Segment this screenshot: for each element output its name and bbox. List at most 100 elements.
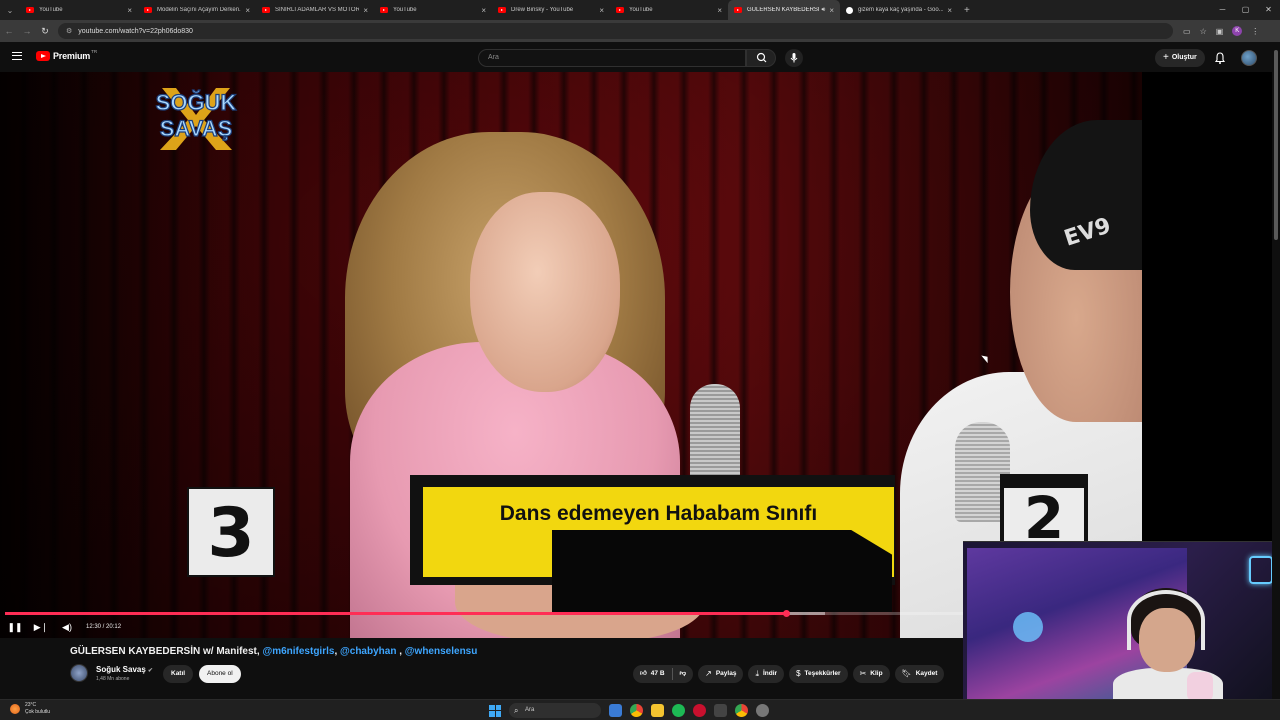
site-info-icon[interactable]: ⚙ bbox=[66, 27, 72, 35]
caption-banner-overlay bbox=[552, 530, 892, 612]
thanks-button[interactable]: $ Teşekkürler bbox=[789, 665, 848, 683]
reload-button[interactable]: ↻ bbox=[36, 26, 54, 37]
join-button[interactable]: Katıl bbox=[163, 665, 194, 683]
forward-button[interactable]: → bbox=[18, 26, 36, 36]
chrome-icon[interactable] bbox=[630, 704, 643, 717]
download-button[interactable]: ⤓ İndir bbox=[748, 665, 785, 683]
dislike-button[interactable]: 👎︎ bbox=[673, 665, 694, 683]
channel-name-text: Soğuk Savaş bbox=[96, 665, 146, 674]
tab-title: SİNİRLİ ADAMLAR VS MOTORC... bbox=[275, 7, 360, 13]
browser-tab[interactable]: Drew Binsky - YouTube × bbox=[492, 0, 610, 20]
logo-line-1: SOĞUK bbox=[156, 90, 237, 115]
streamer-webcam-overlay bbox=[963, 541, 1280, 699]
bookmark-icon: 🔖︎ bbox=[901, 669, 912, 678]
subscribe-button[interactable]: Abone ol bbox=[199, 665, 241, 683]
url-field[interactable]: ⚙ youtube.com/watch?v=22ph06do830 bbox=[58, 23, 1173, 39]
cast-icon[interactable]: ▭ bbox=[1183, 27, 1191, 36]
save-label: Kaydet bbox=[915, 670, 938, 677]
scrollbar-thumb[interactable] bbox=[1274, 50, 1278, 240]
caption-banner-text: Dans edemeyen Hababam Sınıfı bbox=[499, 502, 818, 525]
volume-icon[interactable]: ◀) bbox=[56, 622, 78, 633]
back-button[interactable]: ← bbox=[0, 26, 18, 36]
file-explorer-icon[interactable] bbox=[651, 704, 664, 717]
maximize-button[interactable]: ▢ bbox=[1234, 0, 1257, 20]
account-avatar[interactable] bbox=[1241, 50, 1257, 66]
mention-link[interactable]: @whenselensu bbox=[405, 646, 478, 657]
minimize-button[interactable]: ─ bbox=[1211, 0, 1234, 20]
action-buttons: 👍︎ 47 B 👎︎ ↗ Paylaş ⤓ İndir $ Teşekkürle… bbox=[633, 665, 945, 683]
share-button[interactable]: ↗ Paylaş bbox=[698, 665, 744, 683]
youtube-favicon-icon bbox=[734, 7, 742, 13]
browser-tab[interactable]: SİNİRLİ ADAMLAR VS MOTORC...× bbox=[256, 0, 374, 20]
clip-button[interactable]: ✂ Klip bbox=[852, 665, 890, 683]
audio-playing-icon[interactable]: 🔊︎ bbox=[822, 7, 826, 14]
browser-tab[interactable]: YouTube × bbox=[610, 0, 728, 20]
opera-icon[interactable] bbox=[693, 704, 706, 717]
browser-tab[interactable]: GÜLERSEN KAYBEDERSİN w🔊︎× bbox=[728, 0, 840, 20]
tab-search-button[interactable]: ⌄ bbox=[0, 0, 20, 20]
address-bar-row: ← → ↻ ⚙ youtube.com/watch?v=22ph06do830 … bbox=[0, 20, 1280, 42]
browser-tab[interactable]: YouTube × bbox=[20, 0, 138, 20]
chrome-profile-icon[interactable] bbox=[735, 704, 748, 717]
notifications-bell-icon[interactable] bbox=[1213, 51, 1227, 65]
pause-icon[interactable]: ❚❚ bbox=[4, 622, 26, 633]
close-tab-icon[interactable]: × bbox=[363, 6, 368, 15]
tab-title: YouTube bbox=[629, 7, 653, 13]
taskbar-search[interactable]: Ara bbox=[509, 703, 601, 718]
save-button[interactable]: 🔖︎ Kaydet bbox=[894, 665, 945, 683]
timecode: 12:30 / 20:12 bbox=[86, 624, 122, 630]
close-tab-icon[interactable]: × bbox=[829, 6, 834, 15]
search-icon bbox=[756, 52, 767, 63]
browser-tab[interactable]: gizem kaya kaç yaşında - Goo... × bbox=[840, 0, 958, 20]
close-tab-icon[interactable]: × bbox=[947, 6, 952, 15]
extensions-icon[interactable]: ▣ bbox=[1216, 27, 1224, 36]
close-tab-icon[interactable]: × bbox=[717, 6, 722, 15]
mention-link[interactable]: @m6nifestgirls bbox=[262, 646, 334, 657]
browser-tab[interactable]: Modelin Saçını Açayım Derken... × bbox=[138, 0, 256, 20]
browser-tab[interactable]: YouTube × bbox=[374, 0, 492, 20]
new-tab-button[interactable]: + bbox=[964, 5, 970, 16]
score-left: 3 bbox=[187, 487, 275, 577]
close-tab-icon[interactable]: × bbox=[599, 6, 604, 15]
youtube-header: Premium TR Ara + Oluştur bbox=[0, 42, 1272, 72]
channel-name[interactable]: Soğuk Savaş ✔ bbox=[96, 665, 153, 674]
tab-title: Modelin Saçını Açayım Derken... bbox=[157, 7, 242, 13]
mention-link[interactable]: @chabyhan bbox=[340, 646, 396, 657]
page-scrollbar[interactable] bbox=[1272, 42, 1280, 699]
like-dislike-group: 👍︎ 47 B 👎︎ bbox=[633, 665, 694, 683]
microphone-icon bbox=[790, 53, 798, 63]
webcam-background-light bbox=[1013, 612, 1043, 642]
logo-region: TR bbox=[91, 48, 98, 54]
bookmark-star-icon[interactable]: ☆ bbox=[1200, 27, 1207, 36]
youtube-premium-logo[interactable]: Premium TR bbox=[36, 48, 98, 61]
thumbs-down-icon: 👎︎ bbox=[679, 670, 687, 677]
search-button[interactable] bbox=[746, 49, 776, 67]
windows-start-icon[interactable] bbox=[489, 704, 501, 717]
profile-avatar[interactable]: K bbox=[1232, 26, 1243, 36]
close-window-button[interactable]: ✕ bbox=[1257, 0, 1280, 20]
close-tab-icon[interactable]: × bbox=[245, 6, 250, 15]
spotify-icon[interactable] bbox=[672, 704, 685, 717]
video-title-text: GÜLERSEN KAYBEDERSİN w/ Manifest, bbox=[70, 646, 263, 657]
browser-menu-icon[interactable]: ⋮ bbox=[1251, 27, 1259, 36]
settings-icon[interactable] bbox=[756, 704, 769, 717]
video-title: GÜLERSEN KAYBEDERSİN w/ Manifest, @m6nif… bbox=[70, 646, 478, 657]
like-button[interactable]: 👍︎ 47 B bbox=[633, 665, 672, 683]
menu-icon[interactable] bbox=[12, 52, 22, 60]
voice-search-button[interactable] bbox=[785, 49, 803, 67]
next-video-icon[interactable]: ▶❘ bbox=[30, 622, 52, 633]
soguk-savas-logo: SOĞUK SAVAŞ bbox=[155, 88, 237, 150]
close-tab-icon[interactable]: × bbox=[127, 6, 132, 15]
search-input[interactable]: Ara bbox=[478, 49, 746, 67]
weather-widget[interactable]: 23°C Çok bulutlu bbox=[10, 702, 50, 716]
channel-avatar[interactable] bbox=[70, 664, 88, 682]
steam-icon[interactable] bbox=[609, 704, 622, 717]
youtube-play-icon bbox=[36, 51, 50, 61]
github-icon[interactable] bbox=[714, 704, 727, 717]
youtube-favicon-icon bbox=[380, 7, 388, 13]
close-tab-icon[interactable]: × bbox=[481, 6, 486, 15]
create-button[interactable]: + Oluştur bbox=[1155, 49, 1205, 67]
thanks-label: Teşekkürler bbox=[804, 670, 841, 677]
share-icon: ↗ bbox=[705, 669, 712, 678]
progress-played bbox=[5, 612, 787, 615]
